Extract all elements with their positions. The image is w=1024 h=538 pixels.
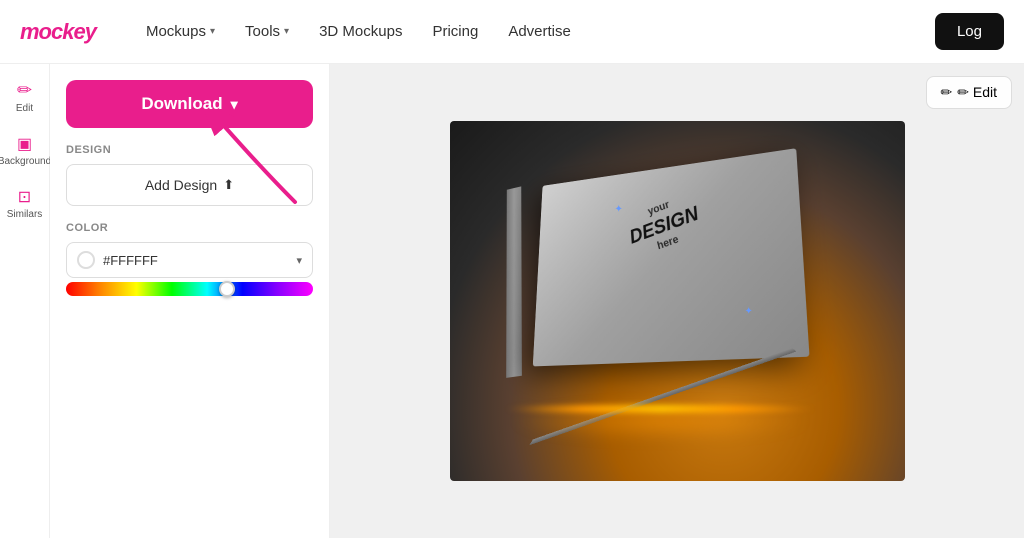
- chevron-down-icon: ▾: [210, 26, 215, 37]
- nav-3d-mockups[interactable]: 3D Mockups: [319, 23, 402, 40]
- color-section-label: COLOR: [66, 222, 313, 234]
- edit-pencil-icon: ✏: [941, 84, 953, 101]
- color-hex-value: #FFFFFF: [103, 253, 288, 268]
- book-spine: [506, 186, 522, 377]
- canvas-area: your DESIGN here ✏ ✏ Edit: [330, 64, 1024, 538]
- sidebar-icons: ✏ Edit ▣ Background ⊡ Similars: [0, 64, 50, 538]
- sidebar-item-background[interactable]: ▣ Background: [3, 128, 47, 173]
- sparkle-icon: [615, 199, 621, 205]
- logo[interactable]: mockey: [20, 19, 96, 45]
- book-face: [532, 148, 809, 366]
- sparkle-icon: [745, 301, 751, 307]
- rainbow-track[interactable]: [66, 282, 313, 296]
- edit-icon: ✏: [17, 80, 32, 101]
- add-design-button[interactable]: Add Design ⬆: [66, 164, 313, 206]
- add-design-label: Add Design: [145, 177, 217, 193]
- header: mockey Mockups ▾ Tools ▾ 3D Mockups Pric…: [0, 0, 1024, 64]
- mockup-background: your DESIGN here: [450, 121, 905, 481]
- edit-label: ✏ Edit: [957, 84, 997, 101]
- design-section-label: DESIGN: [66, 144, 313, 156]
- sidebar-edit-label: Edit: [16, 103, 33, 114]
- sidebar-item-edit[interactable]: ✏ Edit: [3, 74, 47, 120]
- upload-icon: ⬆: [223, 177, 234, 193]
- nav-tools[interactable]: Tools ▾: [245, 23, 289, 40]
- color-picker-row[interactable]: #FFFFFF ▾: [66, 242, 313, 278]
- glow-reflection: [510, 401, 810, 441]
- color-slider-container: [66, 282, 313, 296]
- design-section: DESIGN Add Design ⬆: [66, 144, 313, 206]
- color-slider-thumb[interactable]: [219, 281, 235, 297]
- nav-advertise[interactable]: Advertise: [508, 23, 571, 40]
- panel: Download ▾ DESIGN Add Design ⬆: [50, 64, 330, 538]
- color-swatch: [77, 251, 95, 269]
- edit-button[interactable]: ✏ ✏ Edit: [926, 76, 1012, 109]
- similars-icon: ⊡: [18, 187, 31, 207]
- sidebar-background-label: Background: [0, 156, 51, 167]
- chevron-down-icon: ▾: [296, 254, 302, 267]
- nav-pricing[interactable]: Pricing: [432, 23, 478, 40]
- nav-mockups[interactable]: Mockups ▾: [146, 23, 215, 40]
- chevron-down-icon: ▾: [231, 96, 238, 113]
- sidebar-similars-label: Similars: [7, 209, 43, 220]
- background-icon: ▣: [17, 134, 32, 154]
- download-label: Download: [141, 94, 222, 114]
- mockup-image: your DESIGN here: [450, 121, 905, 481]
- main-layout: ✏ Edit ▣ Background ⊡ Similars Download …: [0, 64, 1024, 538]
- download-button[interactable]: Download ▾: [66, 80, 313, 128]
- chevron-down-icon: ▾: [284, 26, 289, 37]
- sidebar-item-similars[interactable]: ⊡ Similars: [3, 181, 47, 226]
- login-button[interactable]: Log: [935, 13, 1004, 50]
- color-section: COLOR #FFFFFF ▾: [66, 222, 313, 296]
